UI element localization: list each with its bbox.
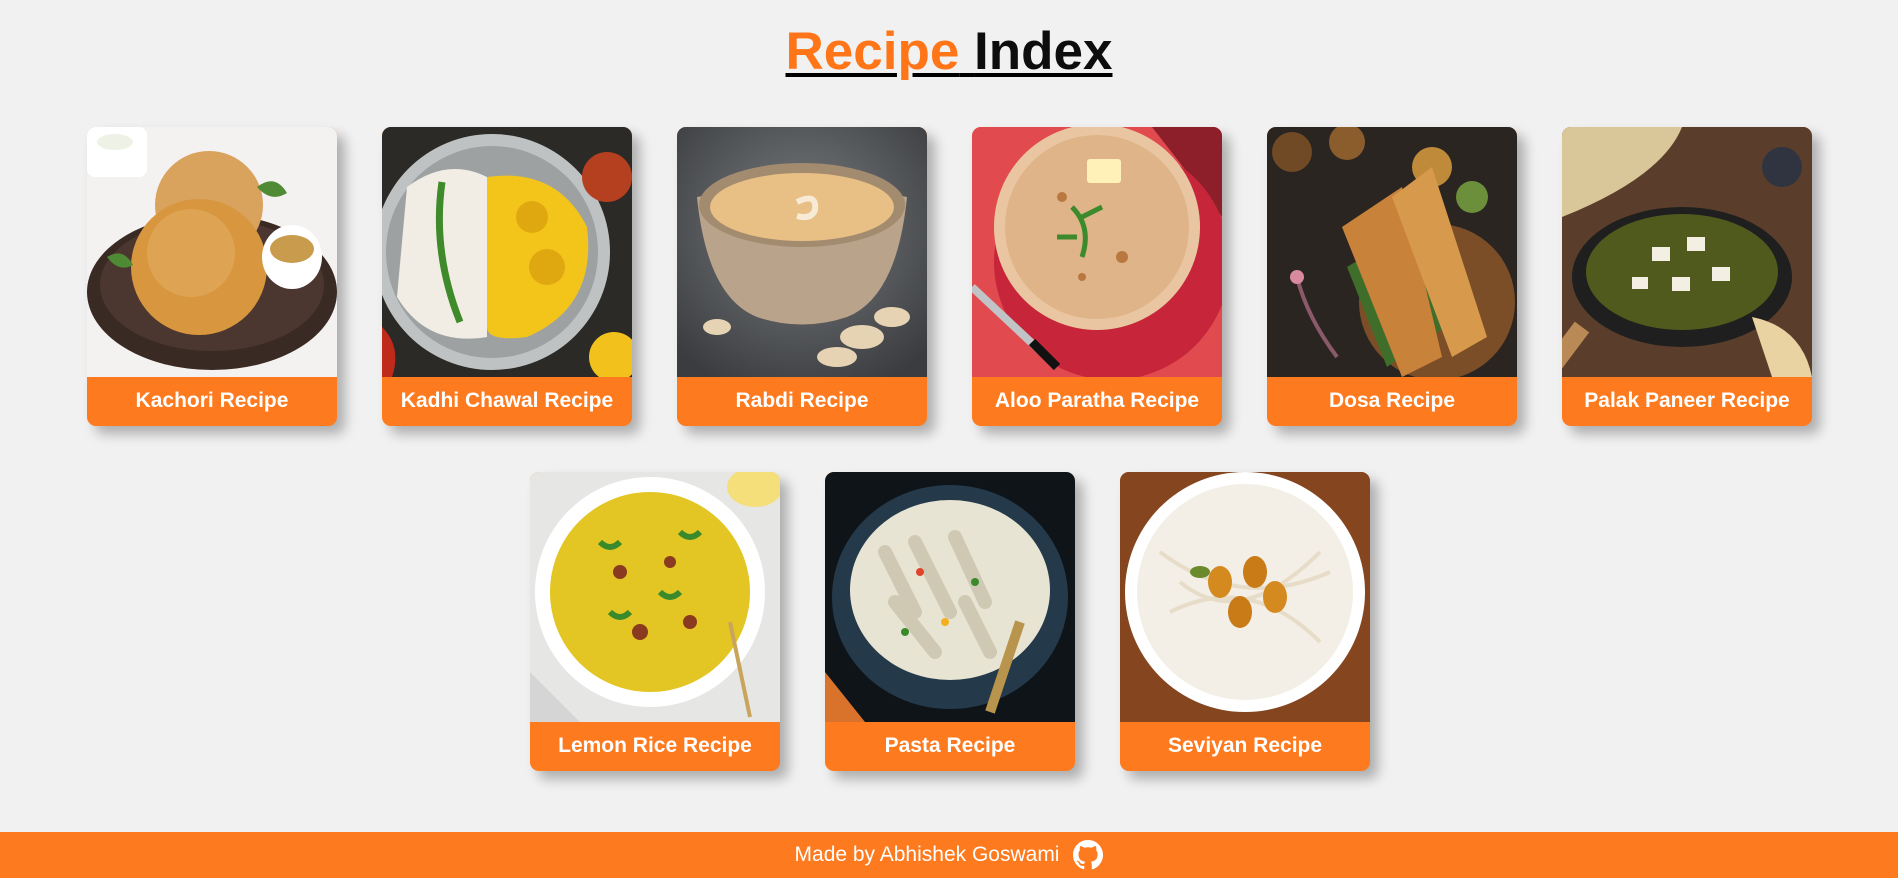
pasta-photo	[825, 472, 1075, 722]
recipe-card-aloo-paratha[interactable]: Aloo Paratha Recipe	[972, 127, 1222, 426]
recipe-card-pasta[interactable]: Pasta Recipe	[825, 472, 1075, 771]
footer: Made by Abhishek Goswami	[0, 832, 1898, 878]
aloo-paratha-photo	[972, 127, 1222, 377]
recipe-card-dosa[interactable]: Dosa Recipe	[1267, 127, 1517, 426]
recipe-card-kachori[interactable]: Kachori Recipe	[87, 127, 337, 426]
recipe-card-label: Kachori Recipe	[135, 389, 289, 412]
recipe-card-kadhi-chawal[interactable]: Kadhi Chawal Recipe	[382, 127, 632, 426]
lemon-rice-photo	[530, 472, 780, 722]
recipe-card-label: Rabdi Recipe	[735, 389, 869, 412]
kachori-photo	[87, 127, 337, 377]
seviyan-photo	[1120, 472, 1370, 722]
palak-paneer-photo	[1562, 127, 1812, 377]
recipe-index-page: Recipe Index Kachori Recipe Kadhi Chawal…	[0, 0, 1898, 878]
recipe-card-label: Pasta Recipe	[884, 734, 1016, 757]
recipe-card-label: Dosa Recipe	[1328, 389, 1456, 412]
page-title: Recipe Index	[0, 22, 1898, 82]
rabdi-photo	[677, 127, 927, 377]
footer-credit: Made by Abhishek Goswami	[794, 843, 1060, 866]
recipe-card-label: Aloo Paratha Recipe	[994, 389, 1200, 412]
title-main-word: Index	[974, 22, 1113, 81]
recipe-card-label: Palak Paneer Recipe	[1584, 389, 1790, 412]
recipe-card-label: Seviyan Recipe	[1167, 734, 1323, 757]
kadhi-chawal-photo	[382, 127, 632, 377]
recipe-card-label: Lemon Rice Recipe	[558, 734, 752, 757]
dosa-photo	[1267, 127, 1517, 377]
recipe-card-rabdi[interactable]: Rabdi Recipe	[677, 127, 927, 426]
github-icon[interactable]	[1073, 840, 1104, 870]
title-accent-word: Recipe	[785, 22, 960, 81]
recipe-card-lemon-rice[interactable]: Lemon Rice Recipe	[530, 472, 780, 771]
recipe-card-palak-paneer[interactable]: Palak Paneer Recipe	[1562, 127, 1812, 426]
recipe-card-seviyan[interactable]: Seviyan Recipe	[1120, 472, 1370, 771]
recipe-card-label: Kadhi Chawal Recipe	[400, 389, 614, 412]
